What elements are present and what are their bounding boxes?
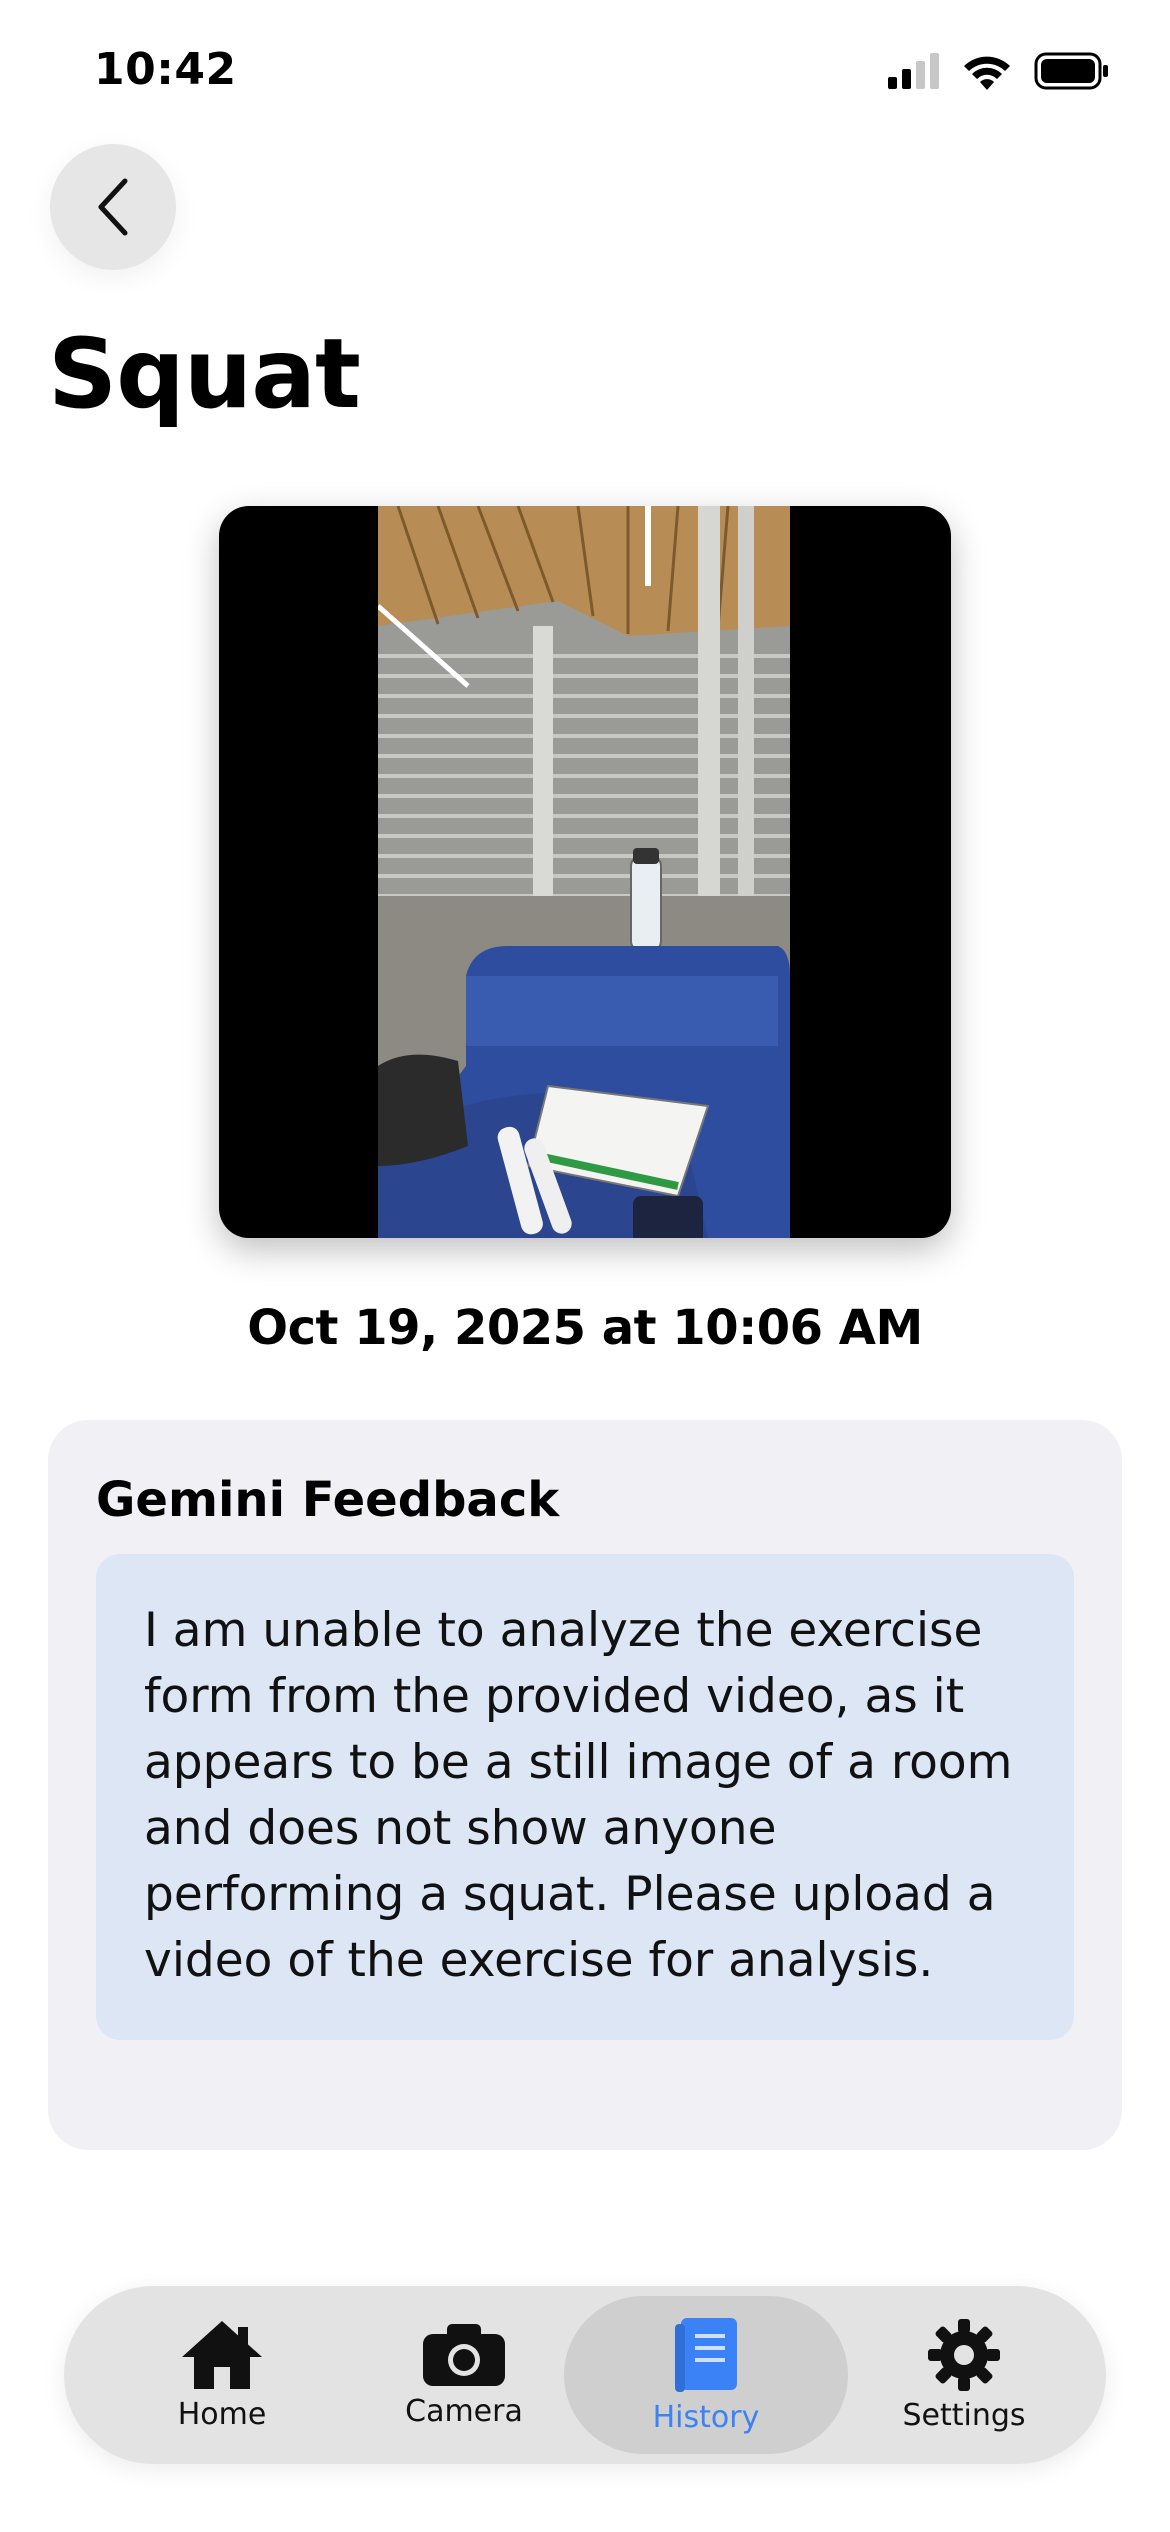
page-title: Squat	[48, 318, 361, 430]
recording-timestamp: Oct 19, 2025 at 10:06 AM	[247, 1300, 923, 1356]
gear-icon	[928, 2318, 1000, 2391]
house-icon	[182, 2320, 262, 2389]
video-thumbnail	[378, 506, 790, 1238]
cellular-signal-icon	[888, 53, 939, 89]
tab-camera-label: Camera	[405, 2393, 523, 2429]
tab-home[interactable]: Home	[122, 2286, 322, 2464]
tab-camera[interactable]: Camera	[364, 2286, 564, 2464]
tab-bar: Home Camera History Settings	[64, 2286, 1106, 2464]
wifi-icon	[964, 56, 1010, 90]
feedback-message-box: I am unable to analyze the exercise form…	[96, 1554, 1074, 2040]
tab-history-label: History	[652, 2399, 760, 2435]
feedback-title: Gemini Feedback	[96, 1472, 560, 1528]
back-button[interactable]	[50, 144, 176, 270]
battery-icon	[1034, 52, 1108, 90]
screen: 10:42 Squat Oct 19, 2025 at 10:06 AM Gem…	[0, 0, 1170, 2532]
feedback-card: Gemini Feedback I am unable to analyze t…	[48, 1420, 1122, 2150]
chevron-left-icon	[98, 178, 128, 236]
status-icons	[888, 52, 1110, 90]
status-time: 10:42	[94, 44, 237, 95]
tab-history[interactable]: History	[564, 2296, 848, 2454]
video-preview[interactable]	[219, 506, 951, 1238]
feedback-text: I am unable to analyze the exercise form…	[144, 1603, 1013, 1988]
tab-home-label: Home	[177, 2396, 267, 2432]
tab-settings[interactable]: Settings	[864, 2286, 1064, 2464]
book-icon	[675, 2317, 737, 2392]
tab-settings-label: Settings	[902, 2397, 1026, 2433]
camera-icon	[423, 2323, 505, 2386]
